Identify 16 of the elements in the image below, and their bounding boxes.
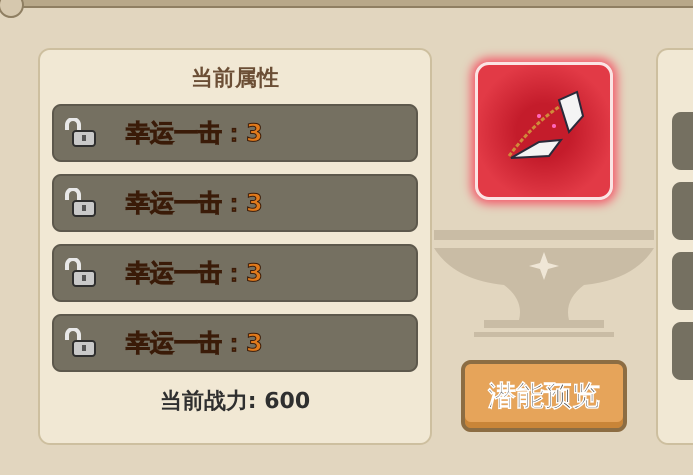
attribute-text: 幸运一击：3: [126, 188, 263, 219]
item-slot[interactable]: [475, 62, 613, 200]
attribute-row: [672, 112, 693, 170]
potential-preview-button[interactable]: 潜能预览: [461, 360, 627, 432]
open-lock-icon[interactable]: [64, 188, 98, 218]
attribute-text: 幸运一击：3: [126, 328, 263, 359]
attribute-text: 幸运一击：3: [126, 118, 263, 149]
open-lock-icon[interactable]: [64, 328, 98, 358]
open-lock-icon[interactable]: [64, 118, 98, 148]
combat-power-text: 当前战力: 600: [158, 388, 312, 416]
attribute-row: [672, 252, 693, 310]
attribute-row: [672, 322, 693, 380]
open-lock-icon[interactable]: [64, 258, 98, 288]
attribute-row: [672, 182, 693, 240]
attribute-text: 幸运一击：3: [126, 258, 263, 289]
panel-title: 当前属性: [190, 65, 280, 93]
